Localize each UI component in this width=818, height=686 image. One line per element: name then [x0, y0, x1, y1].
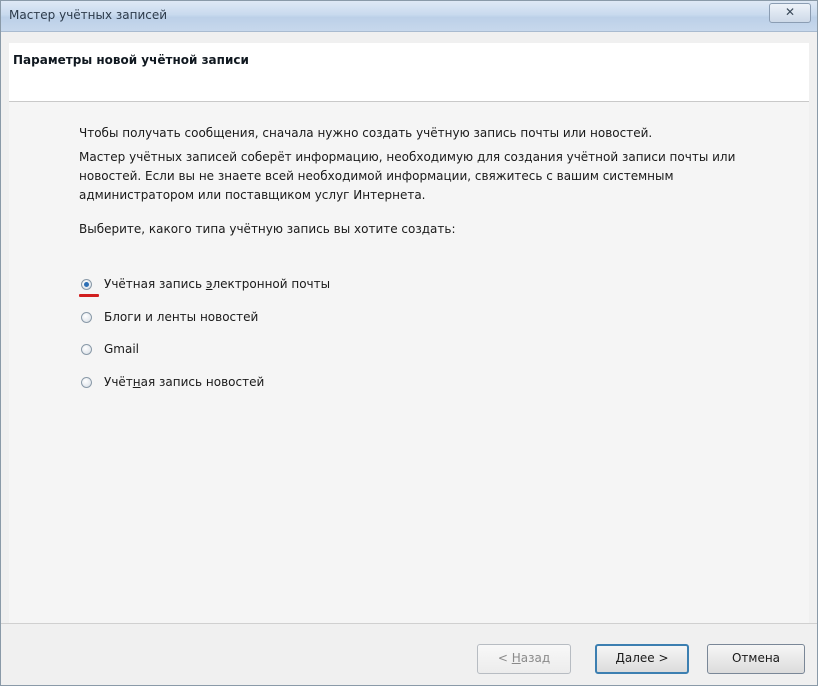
page-title: Параметры новой учётной записи [13, 53, 249, 67]
option-email-label-part: лектронной почты [212, 277, 331, 291]
option-news-label: Учётная запись новостей [104, 375, 264, 389]
next-access-key: Д [615, 651, 625, 665]
back-button[interactable]: < Назад [477, 644, 571, 674]
header-panel: Параметры новой учётной записи [9, 43, 809, 102]
content-panel: Чтобы получать сообщения, сначала нужно … [9, 102, 809, 623]
button-bar: < Назад Далее > Отмена [1, 623, 817, 685]
option-news-label-part: ая запись новостей [140, 375, 265, 389]
option-email-account[interactable]: Учётная запись электронной почты [81, 274, 330, 294]
radio-button-icon[interactable] [81, 343, 92, 355]
description-text: Мастер учётных записей соберёт информаци… [79, 150, 736, 202]
close-icon: ✕ [784, 5, 796, 19]
option-email-label: Учётная запись электронной почты [104, 277, 330, 291]
intro-text: Чтобы получать сообщения, сначала нужно … [79, 126, 653, 140]
option-email-label-part: Учётная запись [104, 277, 206, 291]
radio-button-icon[interactable] [81, 278, 92, 290]
back-access-key: Н [511, 651, 521, 665]
back-label-part: азад [520, 651, 551, 665]
next-button[interactable]: Далее > [595, 644, 689, 674]
title-bar[interactable]: Мастер учётных записей ✕ [1, 1, 817, 32]
option-blogs-label: Блоги и ленты новостей [104, 310, 259, 324]
option-news-access-key: н [132, 375, 141, 389]
close-button[interactable]: ✕ [769, 3, 811, 23]
option-news-label-part: Учёт [104, 375, 133, 389]
option-news-account[interactable]: Учётная запись новостей [81, 372, 264, 392]
radio-button-icon[interactable] [81, 311, 92, 323]
next-label-part: алее > [624, 651, 669, 665]
instruction-text: Выберите, какого типа учётную запись вы … [79, 222, 456, 236]
cancel-button[interactable]: Отмена [707, 644, 805, 674]
option-gmail[interactable]: Gmail [81, 339, 139, 359]
option-gmail-label: Gmail [104, 342, 140, 356]
option-blogs-feeds[interactable]: Блоги и ленты новостей [81, 307, 258, 327]
radio-button-icon[interactable] [81, 376, 92, 388]
account-wizard-window: Мастер учётных записей ✕ Параметры новой… [0, 0, 818, 686]
back-label-part: < [497, 651, 512, 665]
window-title: Мастер учётных записей [9, 8, 168, 22]
red-underline-annotation [79, 294, 99, 297]
